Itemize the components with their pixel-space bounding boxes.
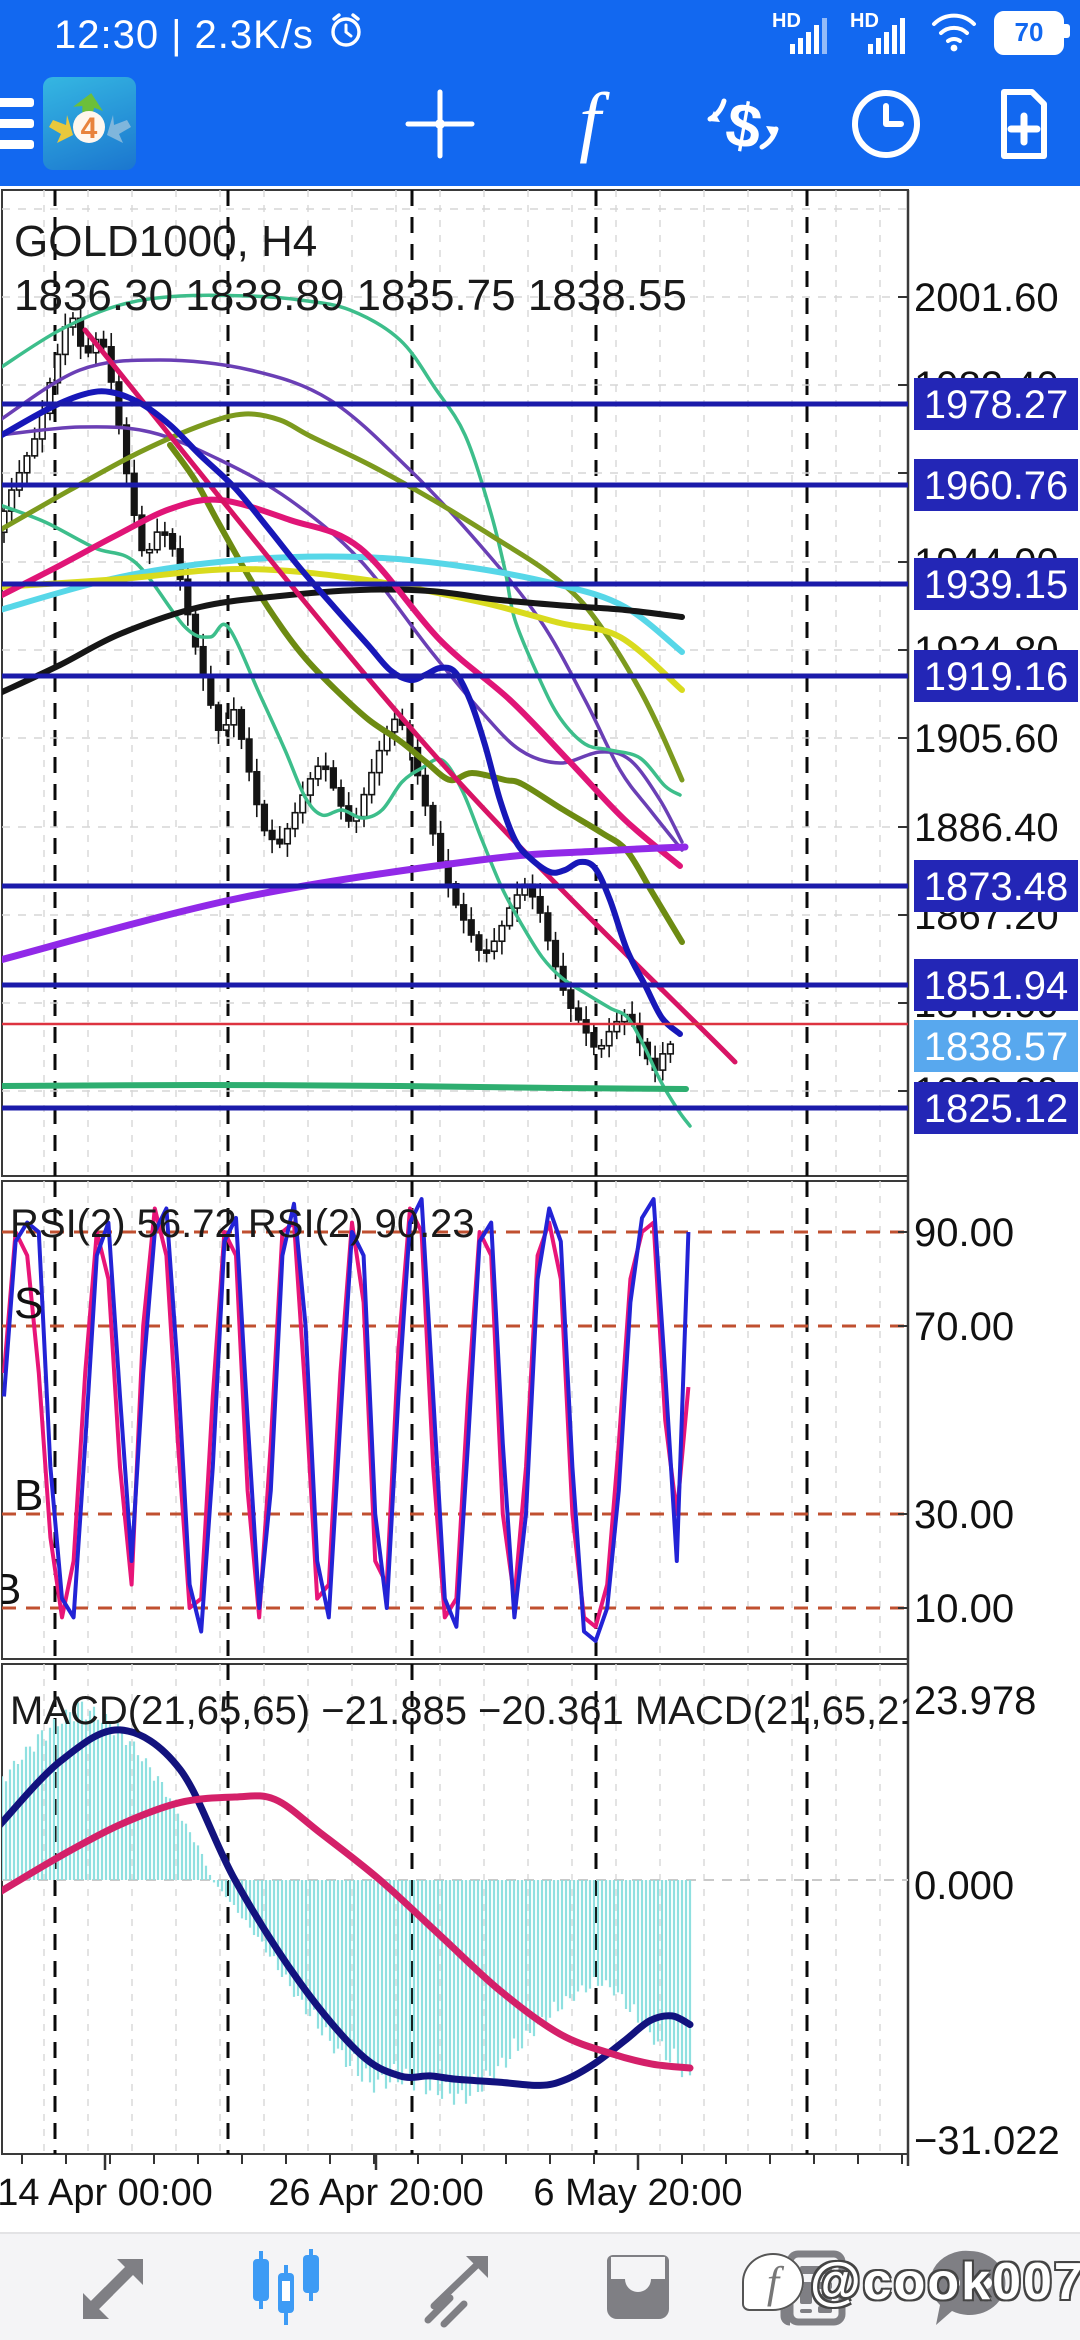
svg-text:1838.57: 1838.57	[924, 1025, 1069, 1069]
timeframe-clock-icon[interactable]	[846, 62, 926, 186]
svg-text:0.000: 0.000	[914, 1864, 1014, 1908]
svg-text:30.00: 30.00	[914, 1493, 1014, 1537]
svg-text:1886.40: 1886.40	[914, 806, 1059, 850]
chart-area[interactable]: 2001.601982.401963.201944.001924.801905.…	[0, 186, 1080, 2232]
chart-svg[interactable]: 2001.601982.401963.201944.001924.801905.…	[0, 186, 1080, 2232]
status-time: 12:30	[54, 12, 160, 57]
mt4-logo[interactable]: 4	[43, 77, 136, 170]
svg-text:S: S	[14, 1279, 43, 1328]
new-order-icon[interactable]	[984, 62, 1064, 186]
svg-text:B: B	[0, 1565, 21, 1614]
svg-text:26 Apr 20:00: 26 Apr 20:00	[268, 2172, 484, 2214]
svg-text:1873.48: 1873.48	[924, 865, 1069, 909]
svg-text:1851.94: 1851.94	[924, 964, 1069, 1008]
currency-exchange-icon[interactable]: $	[700, 62, 786, 186]
status-right: HD HD 70	[772, 8, 1070, 57]
status-net-speed: 2.3K/s	[194, 12, 314, 57]
chart-ohlc-values: 1836.30 1838.89 1835.75 1838.55	[14, 271, 687, 320]
svg-text:f: f	[579, 81, 610, 164]
chart-symbol-title: GOLD1000, H4	[14, 217, 317, 266]
bottom-nav	[0, 2232, 1080, 2340]
nav-trade[interactable]	[390, 2234, 530, 2340]
app-screen: 12:30 | 2.3K/s HD HD 70 4 f $ 2001.60 19…	[0, 0, 1080, 2340]
top-bar: 12:30 | 2.3K/s HD HD 70 4 f $	[0, 0, 1080, 186]
nav-charts[interactable]	[216, 2234, 356, 2340]
svg-text:1919.16: 1919.16	[924, 655, 1069, 699]
time-axis: 14 Apr 00:00 26 Apr 20:00 6 May 20:00	[0, 2154, 903, 2214]
crosshair-icon[interactable]	[404, 62, 476, 186]
nav-quotes[interactable]	[42, 2234, 182, 2340]
signal-icon-2: HD	[850, 10, 914, 56]
status-separator: |	[171, 12, 183, 57]
alarm-icon	[326, 10, 366, 60]
menu-icon[interactable]	[0, 62, 40, 186]
svg-text:1939.15: 1939.15	[924, 563, 1069, 607]
svg-text:10.00: 10.00	[914, 1587, 1014, 1631]
signal-icon-1: HD	[772, 10, 836, 56]
nav-history[interactable]	[568, 2234, 708, 2340]
macd-header: MACD(21,65,65) −21.885 −20.361 MACD(21,6…	[10, 1689, 992, 1733]
svg-text:$: $	[721, 90, 767, 164]
svg-text:23.978: 23.978	[914, 1679, 1036, 1723]
svg-text:70.00: 70.00	[914, 1305, 1014, 1349]
indicator-f-icon[interactable]: f	[552, 62, 628, 186]
svg-text:6 May 20:00: 6 May 20:00	[533, 2172, 742, 2214]
svg-text:1978.27: 1978.27	[924, 383, 1069, 427]
status-left: 12:30 | 2.3K/s	[54, 10, 366, 60]
rsi-header: RSI(2) 56.72 RSI(2) 90.23	[10, 1202, 475, 1246]
svg-text:2001.60: 2001.60	[914, 276, 1059, 320]
svg-text:1825.12: 1825.12	[924, 1087, 1069, 1131]
svg-text:1960.76: 1960.76	[924, 464, 1069, 508]
svg-text:4: 4	[81, 112, 98, 145]
nav-messages[interactable]	[900, 2234, 1040, 2340]
toolbar: 4 f $	[0, 62, 1080, 186]
svg-text:1905.60: 1905.60	[914, 717, 1059, 761]
status-bar: 12:30 | 2.3K/s HD HD 70	[0, 0, 1080, 62]
battery-icon: 70	[994, 10, 1070, 55]
nav-news[interactable]	[742, 2234, 882, 2340]
svg-text:14 Apr 00:00: 14 Apr 00:00	[0, 2172, 213, 2214]
svg-text:B: B	[14, 1471, 43, 1520]
price-axis: 2001.601982.401963.201944.001924.801905.…	[898, 276, 1078, 1134]
svg-text:−31.022: −31.022	[914, 2119, 1060, 2163]
svg-text:90.00: 90.00	[914, 1211, 1014, 1255]
wifi-icon	[928, 8, 980, 57]
